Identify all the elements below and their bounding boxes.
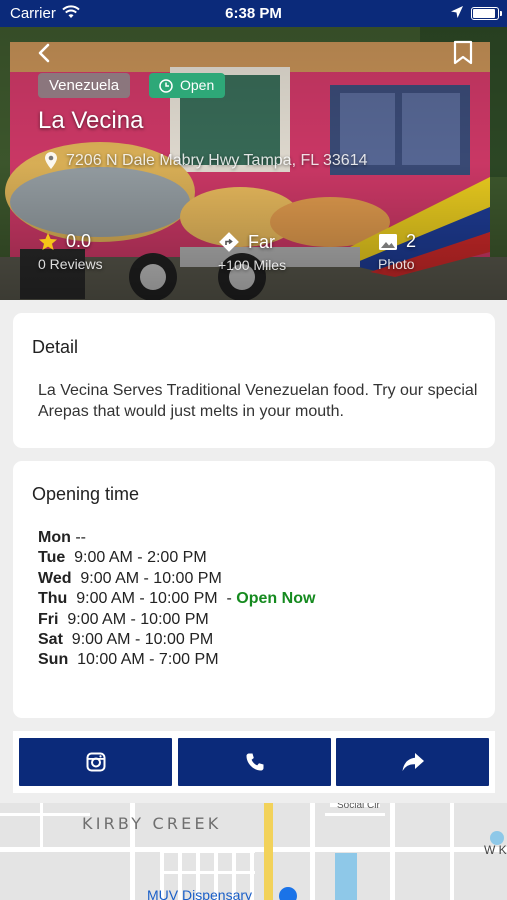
phone-icon xyxy=(246,753,263,771)
back-button[interactable] xyxy=(32,41,56,65)
listing-title: La Vecina xyxy=(38,107,144,134)
hours-day: Thu xyxy=(38,590,68,608)
star-icon xyxy=(39,233,57,250)
hours-row-sun: Sun 10:00 AM - 7:00 PM xyxy=(38,650,315,670)
hours-time: 9:00 AM - 10:00 PM xyxy=(76,590,218,608)
hours-time: 9:00 AM - 10:00 PM xyxy=(67,610,209,628)
open-status-label: Open xyxy=(180,77,215,93)
photos-stat[interactable]: 2 Photo xyxy=(378,231,416,272)
detail-card: Detail La Vecina Serves Traditional Vene… xyxy=(13,313,495,448)
detail-text: La Vecina Serves Traditional Venezuelan … xyxy=(38,382,478,420)
map-area-label: KIRBY CREEK xyxy=(82,814,222,833)
reviews-count: 0 Reviews xyxy=(38,256,103,272)
hours-day: Wed xyxy=(38,569,72,587)
bookmark-button[interactable] xyxy=(452,40,474,66)
distance-value: Far xyxy=(248,231,275,252)
open-status-badge: Open xyxy=(149,73,226,98)
open-now-label: Open Now xyxy=(236,590,316,608)
listing-address[interactable]: 7206 N Dale Mabry Hwy Tampa, FL 33614 xyxy=(44,151,367,170)
share-icon xyxy=(402,753,424,771)
hours-row-thu: Thu 9:00 AM - 10:00 PM - Open Now xyxy=(38,590,316,608)
hours-row-tue: Tue 9:00 AM - 2:00 PM xyxy=(38,548,315,568)
hours-day: Mon xyxy=(38,529,71,546)
chevron-left-icon xyxy=(38,43,50,63)
bookmark-icon xyxy=(453,40,473,65)
hours-row-wed: Wed 9:00 AM - 10:00 PM xyxy=(38,569,315,589)
status-bar: Carrier 6:38 PM xyxy=(0,0,507,27)
hero-image: Venezuela Open La Vecina 7206 N Dale Mab… xyxy=(0,27,507,300)
photos-label: Photo xyxy=(378,256,415,272)
hours-day: Fri xyxy=(38,610,59,628)
hours-time: 9:00 AM - 10:00 PM xyxy=(71,631,214,649)
location-arrow-icon xyxy=(450,4,464,24)
battery-tip xyxy=(500,11,502,16)
map-pin-icon xyxy=(45,152,57,169)
hours-day: Sat xyxy=(38,631,63,649)
distance-sub: +100 Miles xyxy=(218,257,287,273)
map-street-label: Social Cir xyxy=(337,803,380,811)
location-map[interactable]: KIRBY CREEK Social Cir MUV Dispensary W … xyxy=(0,803,507,900)
category-tag[interactable]: Venezuela xyxy=(38,73,131,98)
detail-heading: Detail xyxy=(32,337,79,357)
map-poi-label: MUV Dispensary xyxy=(147,887,253,900)
instagram-button[interactable] xyxy=(19,738,172,786)
distance-stat[interactable]: Far +100 Miles xyxy=(218,231,287,274)
instagram-icon xyxy=(86,752,105,772)
hours-row-fri: Fri 9:00 AM - 10:00 PM xyxy=(38,610,315,630)
battery-icon xyxy=(471,7,499,20)
rating-value: 0.0 xyxy=(66,231,92,251)
hours-time: 9:00 AM - 2:00 PM xyxy=(74,549,207,567)
map-canvas xyxy=(0,803,507,900)
address-text: 7206 N Dale Mabry Hwy Tampa, FL 33614 xyxy=(66,151,368,169)
hours-time: -- xyxy=(75,529,86,546)
map-edge-label: W K xyxy=(484,843,507,857)
action-bar xyxy=(13,731,495,793)
share-button[interactable] xyxy=(336,738,489,786)
hours-day: Sun xyxy=(38,651,69,669)
hours-time: 9:00 AM - 10:00 PM xyxy=(80,569,222,587)
hours-row-sat: Sat 9:00 AM - 10:00 PM xyxy=(38,630,315,650)
opening-heading: Opening time xyxy=(32,484,140,504)
clock-icon xyxy=(159,78,173,93)
photos-count: 2 xyxy=(406,231,417,251)
hours-row-mon: Mon -- xyxy=(38,528,315,548)
call-button[interactable] xyxy=(178,738,331,786)
rating-stat[interactable]: 0.0 0 Reviews xyxy=(38,231,103,272)
directions-icon xyxy=(219,232,239,252)
hours-time: 10:00 AM - 7:00 PM xyxy=(77,651,219,669)
hours-day: Tue xyxy=(38,549,66,567)
hours-list: Mon -- Tue 9:00 AM - 2:00 PM Wed 9:00 AM… xyxy=(38,528,315,671)
opening-time-card: Opening time Mon -- Tue 9:00 AM - 2:00 P… xyxy=(13,461,495,718)
clock: 6:38 PM xyxy=(225,5,282,22)
image-icon xyxy=(379,233,397,250)
